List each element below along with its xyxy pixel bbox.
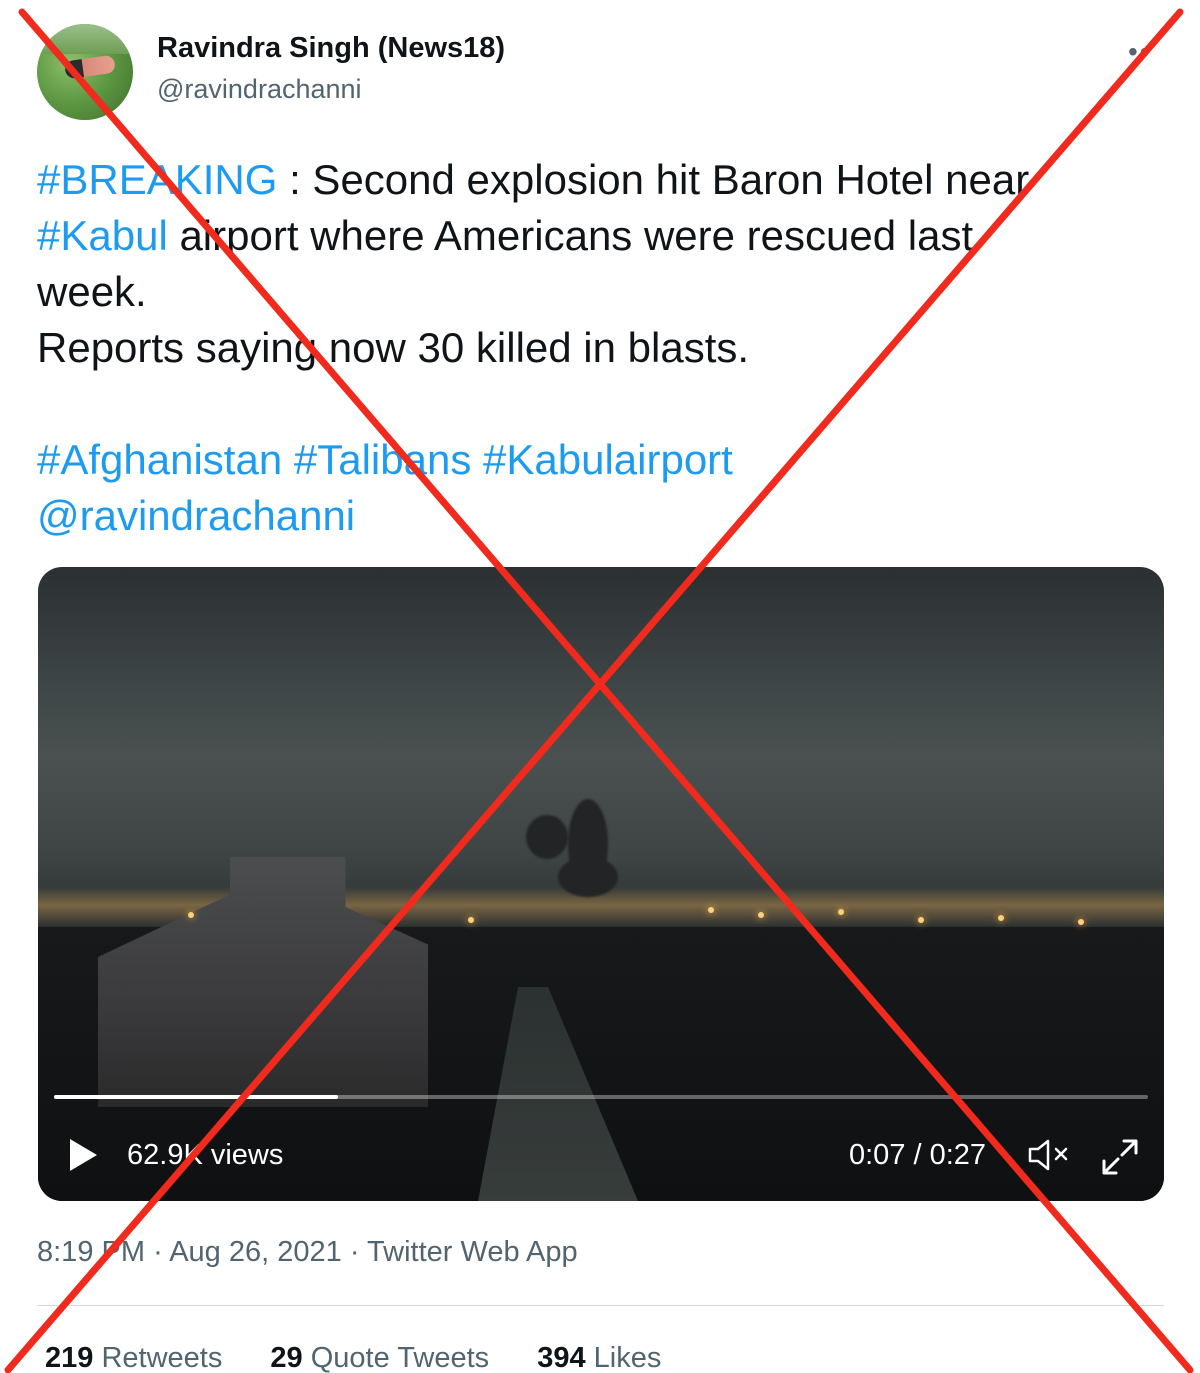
video-time: 0:07 / 0:27: [849, 1139, 987, 1171]
stat-label: Retweets: [101, 1342, 223, 1373]
tweet-source[interactable]: Twitter Web App: [367, 1236, 578, 1268]
tweet-text-line: #BREAKING : Second explosion hit Baron H…: [37, 152, 1157, 208]
tweet-text-segment: airport where Americans were rescued las…: [167, 212, 974, 259]
more-horizontal-icon[interactable]: ••: [1128, 36, 1152, 68]
video-light: [758, 912, 764, 918]
video-light: [708, 907, 714, 913]
hashtag-link[interactable]: #Afghanistan: [37, 436, 282, 483]
stat-retweets[interactable]: 219 Retweets: [45, 1342, 222, 1373]
mention-link[interactable]: @ravindrachanni: [37, 492, 355, 539]
video-progress-fill: [54, 1095, 339, 1099]
stat-label: Quote Tweets: [310, 1342, 490, 1373]
author-handle[interactable]: @ravindrachanni: [157, 74, 362, 105]
tweet-text-segment: week.: [37, 268, 147, 315]
stat-likes[interactable]: 394 Likes: [537, 1342, 661, 1373]
video-smoke-plume: [558, 857, 618, 897]
volume-muted-icon[interactable]: [1026, 1137, 1074, 1173]
video-progress-bar[interactable]: [54, 1095, 1148, 1099]
avatar-background: [37, 24, 133, 54]
divider: [37, 1305, 1164, 1306]
stat-label: Likes: [593, 1342, 662, 1373]
video-smoke-plume: [526, 815, 568, 859]
tweet-text-segment: [282, 436, 294, 483]
video-light: [468, 917, 474, 923]
hashtag-link[interactable]: #BREAKING: [37, 156, 277, 203]
tweet-text-segment: Reports saying now 30 killed in blasts.: [37, 324, 750, 371]
play-icon[interactable]: [70, 1139, 97, 1171]
avatar-figure: [63, 54, 117, 80]
video-light: [918, 917, 924, 923]
tweet-text: #BREAKING : Second explosion hit Baron H…: [37, 152, 1157, 544]
meta-separator: ·: [153, 1236, 163, 1268]
video-light: [998, 915, 1004, 921]
tweet-date[interactable]: Aug 26, 2021: [169, 1236, 342, 1268]
avatar[interactable]: [37, 24, 133, 120]
tweet-meta: 8:19 PM · Aug 26, 2021 · Twitter Web App: [37, 1236, 578, 1269]
fullscreen-expand-icon[interactable]: [1100, 1137, 1140, 1177]
tweet-text-segment: [471, 436, 483, 483]
meta-separator: ·: [349, 1236, 360, 1268]
stat-count: 219: [45, 1342, 94, 1373]
tweet-time[interactable]: 8:19 PM: [37, 1236, 145, 1268]
tweet-text-segment: : Second explosion hit Baron Hotel near: [277, 156, 1030, 203]
tweet-text-line: Reports saying now 30 killed in blasts.: [37, 320, 1157, 376]
stat-count: 29: [270, 1342, 303, 1373]
tweet-text-line: @ravindrachanni: [37, 488, 1157, 544]
hashtag-link[interactable]: #Kabul: [37, 212, 168, 259]
hashtag-link[interactable]: #Kabulairport: [483, 436, 733, 483]
hashtag-link[interactable]: #Talibans: [294, 436, 471, 483]
video-light: [1078, 919, 1084, 925]
video-views: 62.9K views: [127, 1139, 284, 1171]
tweet-text-line: #Afghanistan #Talibans #Kabulairport: [37, 432, 1157, 488]
stat-quote-tweets[interactable]: 29 Quote Tweets: [270, 1342, 489, 1373]
stat-count: 394: [537, 1342, 586, 1373]
tweet-stats: 219 Retweets 29 Quote Tweets 394 Likes: [45, 1342, 701, 1373]
video-light: [188, 912, 194, 918]
author-display-name[interactable]: Ravindra Singh (News18): [157, 32, 505, 65]
tweet-text-line: week.: [37, 264, 1157, 320]
video-player[interactable]: 62.9K views 0:07 / 0:27: [38, 567, 1164, 1201]
tweet-text-line: #Kabul airport where Americans were resc…: [37, 208, 1157, 264]
video-light: [838, 909, 844, 915]
tweet-card: Ravindra Singh (News18) @ravindrachanni …: [0, 0, 1200, 1373]
